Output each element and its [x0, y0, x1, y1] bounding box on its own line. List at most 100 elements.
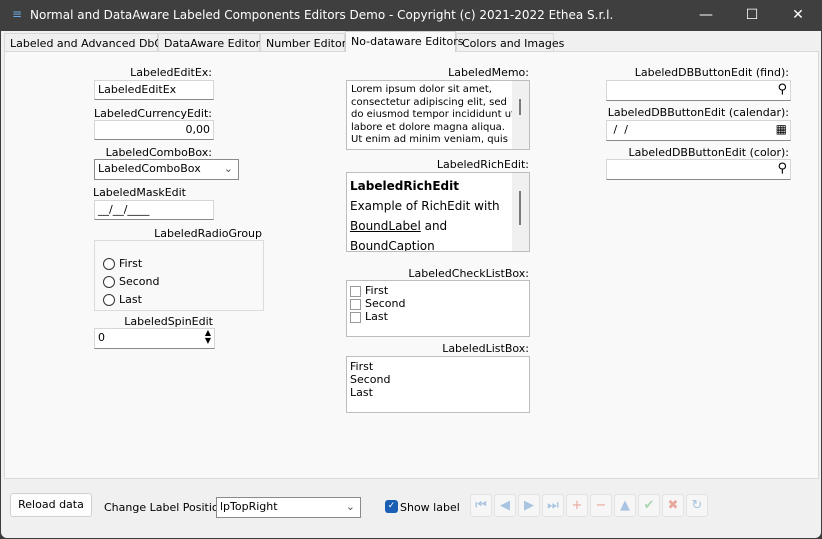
checkbox-icon [350, 311, 361, 323]
checklist-label: Last [365, 310, 388, 323]
labeled-radiogroup-label: LabeledRadioGroup [154, 227, 262, 240]
radio-icon [103, 294, 115, 306]
nav-refresh-button[interactable]: ↻ [686, 494, 708, 517]
labeled-mask-input[interactable]: __/__/____ [94, 200, 214, 220]
spin-value: 0 [98, 331, 105, 344]
search-icon[interactable]: ⚲ [777, 82, 787, 97]
spin-arrows-icon[interactable]: ▲ ▼ [205, 329, 211, 345]
label-position-combobox[interactable]: lpTopRight ⌄ [216, 497, 361, 518]
radio-icon [103, 276, 115, 288]
richedit-text: and [420, 219, 448, 233]
nav-post-button[interactable]: ✔ [638, 494, 660, 517]
radio-icon [103, 258, 115, 270]
tab-labeled-dbgrid[interactable]: Labeled and Advanced DbGrid [4, 33, 177, 52]
labeled-memo[interactable]: Lorem ipsum dolor sit amet, consectetur … [346, 80, 530, 150]
labeled-edit-ex-label: LabeledEditEx: [130, 66, 212, 79]
nav-next-button[interactable]: ▶ [518, 494, 540, 517]
nav-insert-button[interactable]: + [566, 494, 588, 517]
reload-data-button[interactable]: Reload data [10, 493, 92, 517]
nav-delete-button[interactable]: − [590, 494, 612, 517]
richedit-scrollbar[interactable] [512, 173, 529, 251]
labeled-memo-label: LabeledMemo: [448, 66, 529, 79]
maximize-button[interactable]: ☐ [729, 0, 775, 31]
buttonedit-calendar[interactable]: / / ▦ [606, 120, 791, 141]
tab-number-editors[interactable]: Number Editors [260, 33, 352, 52]
tab-page-no-dataware: LabeledEditEx: LabeledEditEx LabeledCurr… [4, 51, 819, 479]
labeled-spinedit[interactable]: 0 ▲ ▼ [94, 328, 215, 349]
labeled-currency-input[interactable]: 0,00 [94, 120, 214, 140]
nav-edit-button[interactable]: ▲ [614, 494, 636, 517]
chevron-down-icon: ⌄ [345, 500, 355, 513]
radio-label: Last [119, 293, 142, 306]
labeled-currency-label: LabeledCurrencyEdit: [94, 107, 212, 120]
labeled-listbox-label: LabeledListBox: [442, 342, 529, 355]
labeled-mask-label: LabeledMaskEdit [92, 186, 186, 199]
combobox-value: LabeledComboBox [98, 162, 201, 175]
window-title: Normal and DataAware Labeled Components … [30, 8, 614, 22]
post-icon: ✔ [643, 498, 655, 513]
change-label-position-label: Change Label Position: [104, 501, 230, 514]
calendar-value: / / [610, 123, 628, 136]
combobox-value: lpTopRight [220, 500, 278, 513]
nav-first-button[interactable]: ⏮ [470, 494, 492, 517]
nav-prior-button[interactable]: ◀ [494, 494, 516, 517]
labeled-richedit[interactable]: LabeledRichEdit Example of RichEdit with… [346, 172, 530, 252]
checklist-item[interactable]: Second [350, 297, 526, 310]
labeled-checklistbox[interactable]: First Second Last [346, 280, 530, 337]
delete-icon: − [595, 498, 607, 513]
title-bar: ≡ Normal and DataAware Labeled Component… [0, 0, 822, 31]
memo-line: Ut enim ad minim veniam, quis [351, 134, 508, 145]
tab-no-dataware-editors[interactable]: No-dataware Editors [345, 31, 463, 52]
next-icon: ▶ [524, 498, 534, 513]
checklist-item[interactable]: First [350, 284, 526, 297]
checkbox-icon [350, 285, 361, 297]
listbox-item[interactable]: First [350, 360, 526, 373]
chevron-down-icon: ⌄ [223, 162, 233, 175]
labeled-spinedit-label: LabeledSpinEdit [124, 315, 213, 328]
labeled-combobox-label: LabeledComboBox: [105, 146, 212, 159]
tab-colors-images[interactable]: Colors and Images [456, 33, 564, 52]
checklist-item[interactable]: Last [350, 310, 526, 323]
labeled-combobox[interactable]: LabeledComboBox ⌄ [94, 159, 239, 180]
buttonedit-find-label: LabeledDBButtonEdit (find): [634, 66, 789, 79]
edit-icon: ▲ [620, 498, 630, 513]
memo-line: consectetur adipiscing elit, sed [351, 96, 507, 108]
minimize-button[interactable]: — [683, 0, 729, 31]
buttonedit-color-label: LabeledDBButtonEdit (color): [628, 146, 789, 159]
listbox-item[interactable]: Last [350, 386, 526, 399]
memo-scrollbar[interactable] [512, 81, 529, 149]
checkbox-icon [350, 298, 361, 310]
radio-last[interactable]: Last [103, 293, 142, 306]
show-label-checkbox[interactable]: ✓ [385, 500, 398, 513]
nav-cancel-button[interactable]: ✖ [662, 494, 684, 517]
richedit-line: Example of RichEdit with [350, 199, 500, 213]
richedit-line: BoundCaption [350, 239, 435, 252]
close-button[interactable]: ✕ [775, 0, 821, 31]
first-icon: ⏮ [475, 498, 487, 513]
radio-second[interactable]: Second [103, 275, 159, 288]
memo-line: do eiusmod tempor incididunt ut [351, 109, 515, 120]
labeled-listbox[interactable]: First Second Last [346, 356, 530, 413]
richedit-title: LabeledRichEdit [350, 179, 459, 193]
radio-first[interactable]: First [103, 257, 142, 270]
listbox-item[interactable]: Second [350, 373, 526, 386]
memo-line: Lorem ipsum dolor sit amet, [351, 84, 492, 95]
checklist-label: Second [365, 297, 406, 310]
calendar-icon[interactable]: ▦ [776, 122, 787, 136]
search-icon[interactable]: ⚲ [777, 161, 787, 176]
labeled-checklistbox-label: LabeledCheckListBox: [408, 267, 529, 280]
insert-icon: + [571, 498, 583, 513]
app-icon: ≡ [12, 7, 23, 21]
nav-last-button[interactable]: ⏭ [542, 494, 564, 517]
last-icon: ⏭ [547, 498, 559, 513]
checklist-label: First [365, 284, 389, 297]
radio-label: First [119, 257, 143, 270]
labeled-edit-ex-input[interactable]: LabeledEditEx [94, 80, 214, 100]
labeled-radiogroup: First Second Last [94, 240, 264, 311]
buttonedit-find[interactable]: ⚲ [606, 80, 791, 101]
buttonedit-color[interactable]: ⚲ [606, 159, 791, 180]
show-label-text: Show label [400, 501, 460, 514]
tab-dataaware-editors[interactable]: DataAware Editors [158, 33, 266, 52]
cancel-icon: ✖ [667, 498, 679, 513]
richedit-boundlabel: BoundLabel [350, 219, 421, 233]
